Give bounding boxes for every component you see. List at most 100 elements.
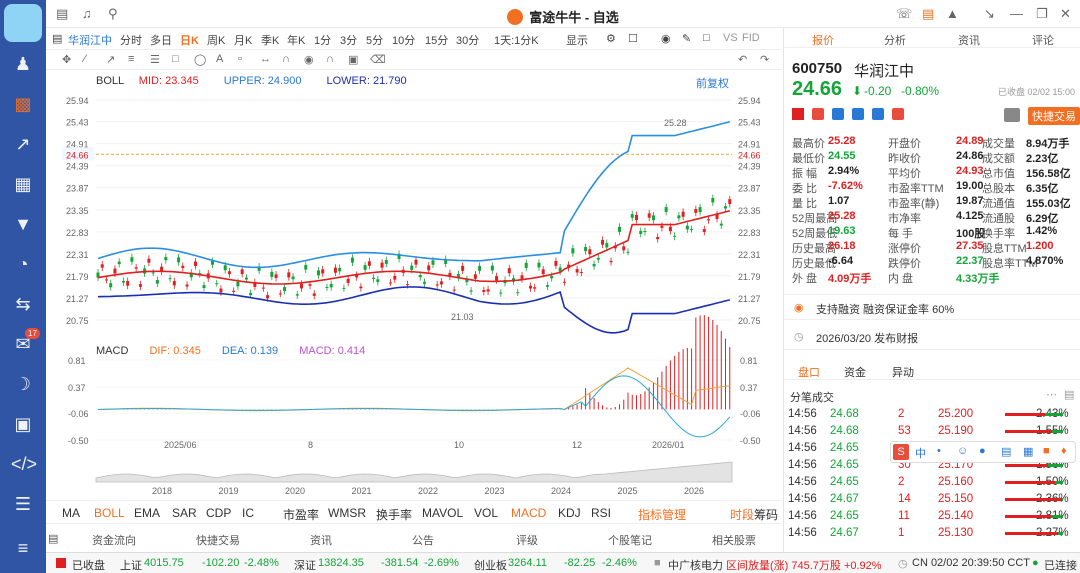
period-tab[interactable]: 多日: [150, 32, 172, 48]
stock-name-tab[interactable]: 华润江中: [68, 32, 112, 48]
period-tab[interactable]: 周K: [207, 32, 225, 48]
bottom-tab[interactable]: 资讯: [310, 532, 332, 548]
margin-notice[interactable]: ◉ 支持融资 融资保证金率 60%: [784, 294, 1080, 320]
tab-depth[interactable]: 盘口: [798, 364, 820, 380]
undo-icon[interactable]: ↶: [738, 53, 747, 66]
bottom-tab[interactable]: 相关股票: [712, 532, 756, 548]
fid-icon[interactable]: FID: [742, 32, 760, 44]
checkbox-icon[interactable]: ☐: [628, 32, 638, 45]
session-tab[interactable]: 时段: [730, 506, 754, 523]
code-icon[interactable]: </>: [11, 452, 37, 476]
period-tab[interactable]: 15分: [425, 32, 448, 48]
fib-icon[interactable]: ☰: [150, 53, 160, 66]
bell-alert-icon[interactable]: [1004, 108, 1020, 122]
period-tab-active[interactable]: 日K: [180, 32, 199, 48]
sh-label[interactable]: 上证: [120, 557, 142, 573]
arc-icon[interactable]: ∩: [282, 53, 290, 65]
filter-icon[interactable]: ▼: [11, 212, 35, 236]
move-icon[interactable]: ✥: [62, 53, 71, 66]
more-icon[interactable]: ⋯: [1046, 388, 1057, 401]
tab-comments[interactable]: 评论: [1008, 32, 1078, 48]
ray-icon[interactable]: ↗: [106, 53, 115, 66]
ind-tab[interactable]: KDJ: [558, 506, 581, 520]
tab-news[interactable]: 资讯: [934, 32, 1004, 48]
cy-label[interactable]: 创业板: [474, 557, 507, 573]
bottom-tab[interactable]: 公告: [412, 532, 434, 548]
close-icon[interactable]: ✕: [1060, 6, 1071, 22]
period-tab[interactable]: 5分: [366, 32, 383, 48]
period-tab[interactable]: 分时: [120, 32, 142, 48]
tab-analysis[interactable]: 分析: [860, 32, 930, 48]
tag-icon-4[interactable]: [872, 108, 884, 120]
chart-icon[interactable]: ▩: [11, 92, 35, 116]
sz-label[interactable]: 深证: [294, 557, 316, 573]
ind-tab[interactable]: CDP: [206, 506, 231, 520]
app-logo[interactable]: [4, 4, 42, 42]
news-detail[interactable]: 区间放量(涨) 745.7万股 +0.92%: [726, 557, 882, 573]
heart-icon[interactable]: [892, 108, 904, 120]
news-stock[interactable]: 中广核电力: [668, 557, 723, 573]
quick-trade-button[interactable]: 快捷交易: [1028, 107, 1080, 125]
restore-icon[interactable]: ❐: [1036, 6, 1048, 22]
ind-tab[interactable]: EMA: [134, 506, 160, 520]
ind-tab[interactable]: SAR: [172, 506, 197, 520]
chips-tab[interactable]: 筹码: [754, 506, 778, 523]
tag-icon-2[interactable]: [832, 108, 844, 120]
period-tab[interactable]: 3分: [340, 32, 357, 48]
ind-tab[interactable]: 换手率: [376, 506, 412, 523]
ind-tab[interactable]: 市盈率: [283, 506, 319, 523]
bottom-tab[interactable]: 资金流向: [92, 532, 136, 548]
kline-chart[interactable]: 25.94 25.94 25.43 25.43 24.91 24.91 24.39 24.39…: [46, 70, 782, 500]
tab-capital[interactable]: 资金: [844, 364, 866, 380]
pen-icon[interactable]: ✎: [682, 32, 691, 45]
gift-icon[interactable]: ▤: [922, 6, 934, 22]
trash-icon[interactable]: ⌫: [370, 53, 386, 66]
ind-tab[interactable]: MA: [62, 506, 80, 520]
period-select[interactable]: 1天:1分K: [494, 32, 539, 48]
bottom-tab[interactable]: 评级: [516, 532, 538, 548]
camera-icon[interactable]: ◉: [661, 32, 671, 45]
doc-icon[interactable]: ☰: [11, 492, 35, 516]
tab-movement[interactable]: 异动: [892, 364, 914, 380]
headset-icon[interactable]: ☏: [896, 6, 912, 22]
text-icon[interactable]: A: [216, 53, 223, 65]
minimize-icon[interactable]: —: [1010, 6, 1023, 21]
redo-icon[interactable]: ↷: [760, 53, 769, 66]
moon-icon[interactable]: ☽: [11, 372, 35, 396]
period-tab[interactable]: 10分: [392, 32, 415, 48]
magnet-icon[interactable]: ∩: [326, 53, 334, 65]
rect-icon[interactable]: □: [172, 53, 179, 65]
ind-tab-macd[interactable]: MACD: [511, 506, 546, 520]
period-tab[interactable]: 1分: [314, 32, 331, 48]
split-icon[interactable]: ▤: [1064, 388, 1074, 401]
boll-name[interactable]: BOLL: [96, 75, 124, 87]
lock-icon[interactable]: ▣: [348, 53, 358, 66]
pie-icon[interactable]: ◔: [11, 252, 35, 276]
ime-toolbar[interactable]: S 中 • ☺ ● ▤ ▦ ■ ♦: [890, 441, 1076, 463]
line-icon[interactable]: ∕: [84, 53, 86, 65]
hide-icon[interactable]: ◉: [304, 53, 314, 66]
shirt-icon[interactable]: ▲: [946, 6, 959, 21]
pin-icon[interactable]: ↘: [984, 6, 995, 22]
tab-quote[interactable]: 报价: [788, 32, 858, 48]
period-tab[interactable]: 30分: [456, 32, 479, 48]
period-tab[interactable]: 月K: [234, 32, 252, 48]
adjust-mode[interactable]: 前复权: [696, 75, 729, 91]
period-tab[interactable]: 年K: [287, 32, 305, 48]
chart-svg[interactable]: 25.94 25.9425.43 25.4324.91 24.9124.39 24.39…: [46, 70, 782, 500]
ruler-icon[interactable]: ▫: [238, 53, 242, 65]
menu-icon[interactable]: ≡: [11, 536, 35, 560]
ind-tab[interactable]: IC: [242, 506, 254, 520]
settings-icon[interactable]: ⚙: [606, 32, 616, 45]
expand-icon[interactable]: □: [703, 32, 710, 44]
game-icon[interactable]: ▣: [11, 412, 35, 436]
market-icon[interactable]: ▦: [11, 172, 35, 196]
exchange-icon[interactable]: ⇆: [11, 292, 35, 316]
collapse-icon[interactable]: ▤: [48, 532, 58, 545]
bottom-tab[interactable]: 个股笔记: [608, 532, 652, 548]
ind-tab-active[interactable]: BOLL: [94, 506, 125, 520]
vs-icon[interactable]: VS: [723, 32, 738, 44]
period-tab[interactable]: 季K: [261, 32, 279, 48]
tag-icon-3[interactable]: [852, 108, 864, 120]
macd-name[interactable]: MACD: [96, 345, 128, 357]
